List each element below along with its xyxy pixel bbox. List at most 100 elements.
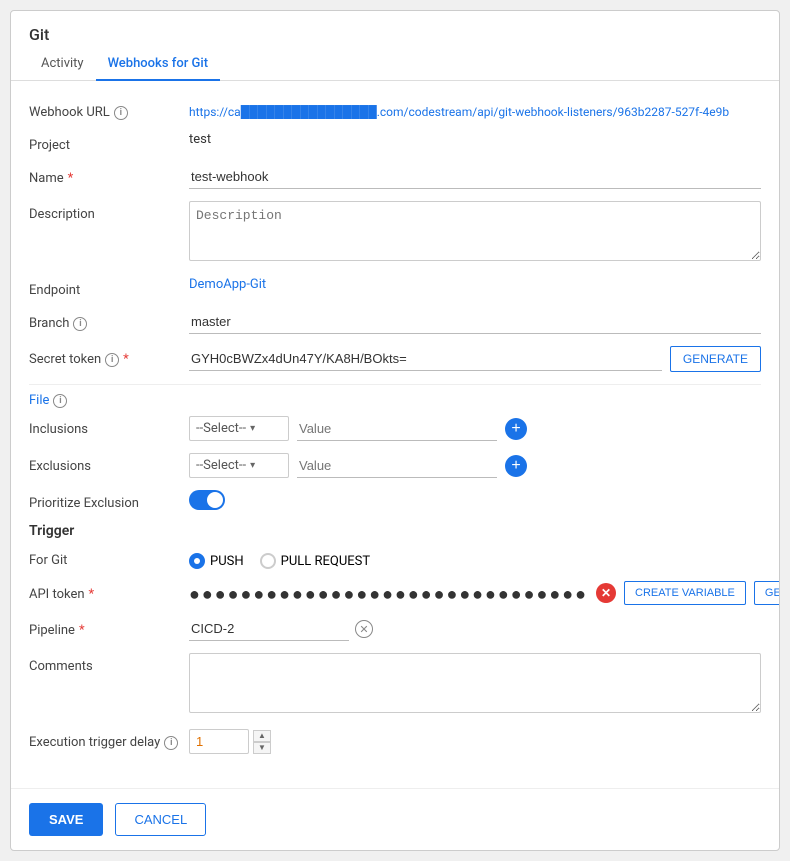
- webhook-url-value: https://ca████████████████.com/codestrea…: [189, 99, 761, 119]
- exclusions-controls: --Select-- ▾ +: [189, 453, 761, 478]
- execution-trigger-delay-col: ▲ ▼: [189, 729, 761, 754]
- api-token-col: ●●●●●●●●●●●●●●●●●●●●●●●●●●●●●●● ✕ CREATE…: [189, 581, 780, 605]
- inclusions-controls: --Select-- ▾ +: [189, 416, 761, 441]
- secret-token-info-icon[interactable]: i: [105, 353, 119, 367]
- pipeline-col: ✕: [189, 617, 761, 641]
- inclusions-add-button[interactable]: +: [505, 418, 527, 440]
- push-radio-circle: [189, 553, 205, 569]
- description-label: Description: [29, 201, 189, 222]
- trigger-radio-group: PUSH PULL REQUEST: [189, 547, 761, 569]
- form-content: Webhook URL i https://ca████████████████…: [11, 81, 779, 780]
- pull-request-radio-circle: [260, 553, 276, 569]
- toggle-knob: [207, 492, 223, 508]
- endpoint-value: DemoApp-Git: [189, 277, 761, 292]
- prioritize-exclusion-toggle-container: [189, 490, 761, 510]
- tab-bar: Activity Webhooks for Git: [11, 48, 779, 81]
- prioritize-exclusion-label: Prioritize Exclusion: [29, 490, 189, 511]
- push-radio-label: PUSH: [210, 554, 244, 569]
- name-label: Name *: [29, 165, 189, 186]
- inclusions-col: --Select-- ▾ +: [189, 416, 761, 441]
- trigger-section-title: Trigger: [29, 523, 761, 539]
- branch-label: Branch i: [29, 310, 189, 331]
- secret-token-input[interactable]: [189, 347, 662, 371]
- comments-col: [189, 653, 761, 717]
- secret-token-label: Secret token i *: [29, 346, 189, 367]
- api-token-dots: ●●●●●●●●●●●●●●●●●●●●●●●●●●●●●●●: [189, 582, 588, 605]
- name-row: Name *: [29, 165, 761, 189]
- delay-input[interactable]: [189, 729, 249, 754]
- secret-token-col: GENERATE: [189, 346, 761, 372]
- generate-button[interactable]: GENERATE: [670, 346, 761, 372]
- prioritize-exclusion-row: Prioritize Exclusion: [29, 490, 761, 511]
- webhook-url-info-icon[interactable]: i: [114, 106, 128, 120]
- api-token-row: API token * ●●●●●●●●●●●●●●●●●●●●●●●●●●●●…: [29, 581, 761, 605]
- comments-textarea[interactable]: [189, 653, 761, 713]
- delay-decrement-button[interactable]: ▼: [253, 742, 271, 754]
- pipeline-controls: ✕: [189, 617, 761, 641]
- api-token-error-icon[interactable]: ✕: [596, 583, 616, 603]
- project-label: Project: [29, 132, 189, 153]
- cancel-button[interactable]: CANCEL: [115, 803, 206, 836]
- description-col: [189, 201, 761, 265]
- for-git-label: For Git: [29, 547, 189, 568]
- comments-row: Comments: [29, 653, 761, 717]
- pipeline-input[interactable]: [189, 617, 349, 641]
- branch-input-col: [189, 310, 761, 334]
- name-input[interactable]: [189, 165, 761, 189]
- project-value: test: [189, 132, 761, 147]
- file-info-icon[interactable]: i: [53, 394, 67, 408]
- delay-spinner: ▲ ▼: [253, 730, 271, 754]
- execution-trigger-delay-row: Execution trigger delay i ▲ ▼: [29, 729, 761, 754]
- exclusions-label: Exclusions: [29, 453, 189, 474]
- secret-token-row: Secret token i * GENERATE: [29, 346, 761, 372]
- name-input-col: [189, 165, 761, 189]
- exclusions-row: Exclusions --Select-- ▾ +: [29, 453, 761, 478]
- delay-increment-button[interactable]: ▲: [253, 730, 271, 742]
- footer-buttons: SAVE CANCEL: [11, 788, 779, 850]
- branch-row: Branch i: [29, 310, 761, 334]
- inclusions-select[interactable]: --Select-- ▾: [189, 416, 289, 441]
- pull-request-radio-label: PULL REQUEST: [281, 554, 371, 569]
- inclusions-label: Inclusions: [29, 416, 189, 437]
- push-radio-option[interactable]: PUSH: [189, 553, 244, 569]
- execution-trigger-delay-label: Execution trigger delay i: [29, 729, 189, 750]
- generate-token-button[interactable]: GENERATE TOKEN: [754, 581, 780, 605]
- tab-activity[interactable]: Activity: [29, 48, 96, 81]
- inclusions-row: Inclusions --Select-- ▾ +: [29, 416, 761, 441]
- endpoint-row: Endpoint DemoApp-Git: [29, 277, 761, 298]
- exclusions-col: --Select-- ▾ +: [189, 453, 761, 478]
- pipeline-row: Pipeline * ✕: [29, 617, 761, 641]
- pipeline-label: Pipeline *: [29, 617, 189, 638]
- project-row: Project test: [29, 132, 761, 153]
- create-variable-button[interactable]: CREATE VARIABLE: [624, 581, 746, 605]
- for-git-row: For Git PUSH PULL REQUEST: [29, 547, 761, 569]
- pipeline-clear-icon[interactable]: ✕: [355, 620, 373, 638]
- description-row: Description: [29, 201, 761, 265]
- exclusions-select[interactable]: --Select-- ▾: [189, 453, 289, 478]
- prioritize-exclusion-toggle[interactable]: [189, 490, 225, 510]
- execution-delay-info-icon[interactable]: i: [164, 736, 178, 750]
- api-token-controls: ●●●●●●●●●●●●●●●●●●●●●●●●●●●●●●● ✕ CREATE…: [189, 581, 780, 605]
- secret-token-input-row: GENERATE: [189, 346, 761, 372]
- inclusions-chevron-icon: ▾: [250, 423, 255, 434]
- inclusions-value-input[interactable]: [297, 417, 497, 441]
- description-textarea[interactable]: [189, 201, 761, 261]
- tab-webhooks-for-git[interactable]: Webhooks for Git: [96, 48, 220, 81]
- webhook-url-row: Webhook URL i https://ca████████████████…: [29, 99, 761, 120]
- prioritize-exclusion-col: [189, 490, 761, 510]
- endpoint-label: Endpoint: [29, 277, 189, 298]
- branch-input[interactable]: [189, 310, 761, 334]
- exclusions-value-input[interactable]: [297, 454, 497, 478]
- divider-1: [29, 384, 761, 385]
- page-title: Git: [11, 11, 779, 44]
- for-git-col: PUSH PULL REQUEST: [189, 547, 761, 569]
- exclusions-chevron-icon: ▾: [250, 460, 255, 471]
- save-button[interactable]: SAVE: [29, 803, 103, 836]
- api-token-label: API token *: [29, 581, 189, 602]
- exclusions-add-button[interactable]: +: [505, 455, 527, 477]
- main-window: Git Activity Webhooks for Git Webhook UR…: [10, 10, 780, 851]
- pull-request-radio-option[interactable]: PULL REQUEST: [260, 553, 371, 569]
- branch-info-icon[interactable]: i: [73, 317, 87, 331]
- trigger-delay-controls: ▲ ▼: [189, 729, 761, 754]
- webhook-url-label: Webhook URL i: [29, 99, 189, 120]
